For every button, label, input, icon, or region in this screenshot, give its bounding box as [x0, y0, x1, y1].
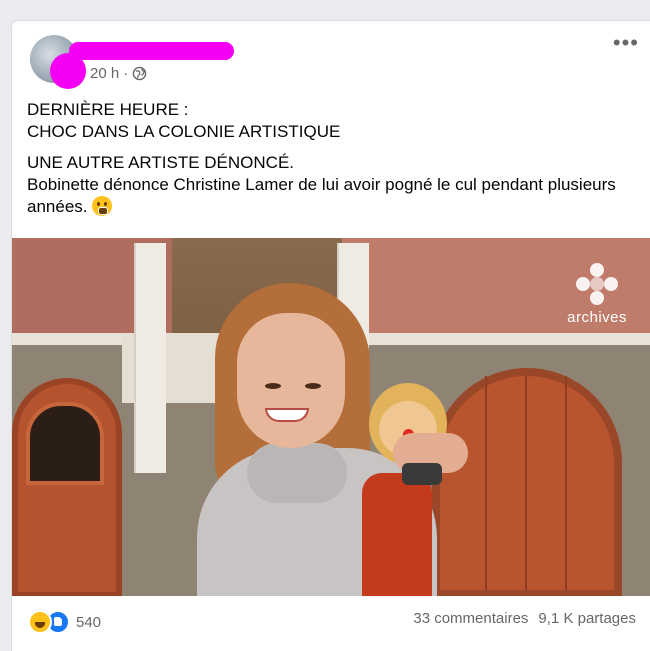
globe-icon: [132, 66, 147, 81]
more-options-icon[interactable]: •••: [613, 32, 639, 54]
post-text-line-2: CHOC DANS LA COLONIE ARTISTIQUE: [27, 122, 341, 141]
broadcaster-logo: archives: [567, 263, 627, 326]
puppet-dress: [362, 473, 432, 596]
post-stats: 33 commentaires 9,1 K partages: [413, 610, 636, 627]
door-left: [12, 378, 122, 596]
radio-canada-logo-icon: [576, 263, 619, 305]
post-text: DERNIÈRE HEURE : CHOC DANS LA COLONIE AR…: [27, 99, 627, 218]
post-text-body: Bobinette dénonce Christine Lamer de lui…: [27, 175, 616, 216]
post-footer: 540 33 commentaires 9,1 K partages: [12, 596, 650, 651]
post-image[interactable]: archives: [12, 238, 650, 596]
wristwatch: [402, 463, 442, 485]
reactions-summary[interactable]: 540: [28, 610, 101, 634]
post-card: 20 h · ••• DERNIÈRE HEURE : CHOC DANS LA…: [11, 20, 650, 651]
meta-separator: ·: [123, 65, 129, 82]
author-name-redacted[interactable]: [69, 42, 234, 60]
post-text-line-3: UNE AUTRE ARTISTE DÉNONCÉ.: [27, 153, 295, 172]
post-time[interactable]: 20 h: [90, 65, 119, 82]
face-with-hand-over-mouth-icon: [92, 196, 113, 216]
pillar-left: [134, 243, 166, 473]
comments-count[interactable]: 33 commentaires: [413, 610, 528, 627]
post-text-line-1: DERNIÈRE HEURE :: [27, 100, 189, 119]
reaction-count[interactable]: 540: [76, 614, 101, 631]
post-meta: 20 h ·: [90, 65, 147, 82]
door-right: [432, 368, 622, 596]
haha-icon: [28, 610, 52, 634]
watermark-label: archives: [567, 309, 627, 326]
post-text-line-4: Bobinette dénonce Christine Lamer de lui…: [27, 174, 627, 218]
woman-with-puppet: [197, 283, 468, 596]
shares-count[interactable]: 9,1 K partages: [538, 610, 636, 627]
